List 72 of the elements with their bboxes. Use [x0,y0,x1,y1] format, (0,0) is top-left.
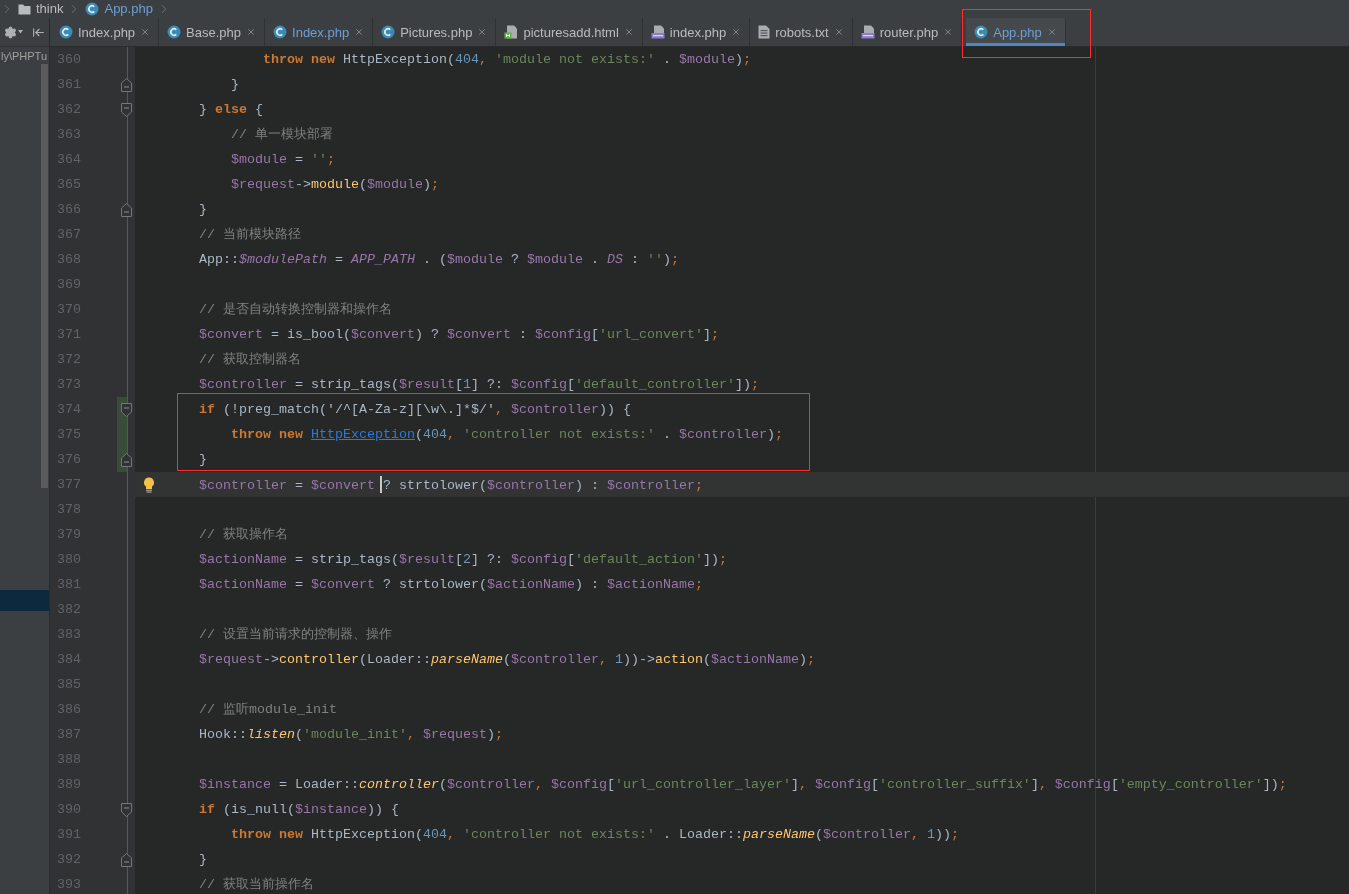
code-line: $request->module($module); [230,176,439,193]
close-icon[interactable] [354,27,365,37]
code-line: throw new HttpException(404, 'controller not exists:' . Loader::parseName($controller, 1)); [230,826,959,843]
close-icon[interactable] [140,27,151,37]
fold-marker-icon[interactable] [121,102,132,117]
close-icon[interactable] [246,27,257,37]
code-line: } [199,201,207,218]
class-icon [59,25,73,39]
html-file-icon [504,25,519,39]
breadcrumb-item[interactable]: think [18,1,64,17]
selected-row-highlight [0,590,49,611]
code-line: } [199,851,207,868]
code-line: } [230,76,239,93]
editor-tab[interactable]: Index.php [51,18,160,46]
fold-marker-icon[interactable] [121,452,132,467]
code-line: $request->controller(Loader::parseName($controller, 1))->action($actionName); [199,651,815,668]
php-file-icon [860,25,875,39]
close-icon[interactable] [1046,27,1057,37]
code-line: if (!preg_match('/^[A-Za-z][\w\.]*$/', $controller)) { [199,401,631,418]
settings-icon[interactable] [4,25,23,39]
editor-tab[interactable]: Pictures.php [373,18,497,46]
code-line: } [199,451,207,468]
code-line: // 是否自动转换控制器和操作名 [199,301,392,318]
text-file-icon [758,25,771,39]
code-line: $convert = is_bool($convert) ? $convert : $config['url_convert']; [199,326,719,343]
code-line: throw new HttpException(404, 'module not exists:' . $module); [262,51,751,68]
code-line: Hook::listen('module_init', $request); [199,726,503,743]
fold-marker-icon[interactable] [121,852,132,867]
code-line: if (is_null($instance)) { [199,801,399,818]
editor-tab[interactable]: robots.txt [750,18,853,46]
fold-marker-icon[interactable] [121,802,132,817]
tree-item-text[interactable]: ly\PHPTu [0,49,48,63]
close-icon[interactable] [731,27,742,37]
code-line: $module = ''; [230,151,335,168]
code-line: // 设置当前请求的控制器、操作 [199,626,392,643]
class-icon [273,25,288,39]
code-line: // 当前模块路径 [199,226,301,243]
class-icon [85,2,100,16]
editor-tab[interactable]: index.php [642,18,751,46]
editor-tab[interactable]: router.php [852,18,963,46]
code-line: $controller = strip_tags($result[1] ?: $config['default_controller']); [199,376,759,393]
code-line: // 获取控制器名 [199,351,301,368]
code-line: $controller = $convert ? strtolower($controller) : $controller; [199,475,703,494]
close-icon[interactable] [623,27,634,37]
class-icon [974,25,989,39]
arrow-left-to-line-icon[interactable] [32,25,45,39]
editor-tab[interactable]: picturesadd.html [496,18,643,46]
close-icon[interactable] [477,27,488,37]
close-icon[interactable] [833,27,844,37]
close-icon[interactable] [943,27,954,37]
fold-marker-icon[interactable] [121,402,132,417]
editor-tab[interactable]: Base.php [159,18,266,46]
code-line: $actionName = strip_tags($result[2] ?: $config['default_action']); [199,551,727,568]
editor-tab[interactable]: Index.php [265,18,374,46]
scrollbar-thumb[interactable] [41,64,48,488]
code-line: $instance = Loader::controller($controller, $config['url_controller_layer'], $config['controller_suffix'], $config['empty_controller']); [199,776,1287,793]
code-line: throw new HttpException(404, 'controller not exists:' . $controller); [230,426,783,443]
code-line: } else { [199,101,263,118]
code-line: // 监听module_init [199,701,337,718]
code-line: // 获取当前操作名 [199,876,314,893]
editor-tab[interactable]: App.php [966,18,1066,46]
php-file-icon [650,25,665,39]
lightbulb-icon[interactable] [143,476,155,493]
class-icon [167,25,182,39]
fold-marker-icon[interactable] [121,77,132,92]
breadcrumb-item[interactable]: App.php [85,1,153,17]
code-line: $actionName = $convert ? strtolower($actionName) : $actionName; [199,576,703,593]
code-line: // 获取操作名 [199,526,288,543]
class-icon [381,25,396,39]
code-line: App::$modulePath = APP_PATH . ($module ? $module . DS : ''); [199,251,679,268]
folder-icon [18,3,31,15]
fold-marker-icon[interactable] [121,202,132,217]
